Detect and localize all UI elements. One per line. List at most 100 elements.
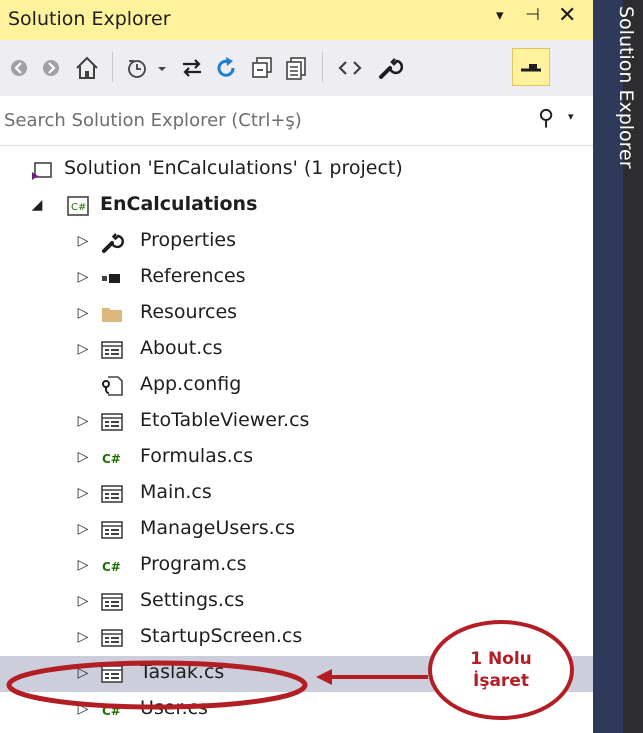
home-icon <box>76 56 98 79</box>
collapsed-arrow-icon[interactable]: ▷ <box>76 268 90 286</box>
folder-icon <box>102 308 122 322</box>
form-icon <box>101 521 123 539</box>
tree-node-label: References <box>140 265 246 287</box>
tree-node-label: StartupScreen.cs <box>140 625 303 647</box>
toolbar-separator <box>112 52 113 82</box>
solution-icon <box>32 162 52 180</box>
home-button[interactable] <box>70 40 104 96</box>
tree-node-label: Solution 'EnCalculations' (1 project) <box>64 157 403 179</box>
collapsed-arrow-icon[interactable]: ▷ <box>76 484 90 502</box>
csharp-file-icon: C# <box>102 452 121 466</box>
csharp-file-icon: C# <box>102 560 121 574</box>
tree-node-label: EnCalculations <box>100 193 258 215</box>
tree-node-label: Properties <box>140 229 237 251</box>
toolbar <box>0 40 593 96</box>
tree-node-item[interactable]: App.config <box>0 368 593 404</box>
close-icon[interactable]: ✕ <box>558 3 576 28</box>
collapsed-arrow-icon[interactable]: ▷ <box>76 520 90 538</box>
tree-node-label: About.cs <box>140 337 223 359</box>
collapsed-arrow-icon[interactable]: ▷ <box>76 556 90 574</box>
tree-node-label: User.cs <box>140 697 208 719</box>
dropdown-arrow-icon[interactable]: ▾ <box>496 6 504 24</box>
tree-node-item[interactable]: ▷ C# Program.cs <box>0 548 593 584</box>
properties-button[interactable] <box>372 40 408 96</box>
expanded-arrow-icon[interactable]: ◢ <box>30 196 44 214</box>
refresh-icon <box>217 57 235 77</box>
collapsed-arrow-icon[interactable]: ▷ <box>76 592 90 610</box>
collapse-all-icon <box>252 57 272 78</box>
annotation-line-1: 1 Nolu <box>470 649 532 669</box>
wrench-icon <box>379 58 403 79</box>
csharp-project-icon: C# <box>67 196 89 216</box>
toolbar-separator <box>322 52 323 82</box>
tree-node-label: Program.cs <box>140 553 247 575</box>
collapsed-arrow-icon[interactable]: ▷ <box>76 232 90 250</box>
tree-node-label: Formulas.cs <box>140 445 254 467</box>
tree-node-project[interactable]: ◢ C# EnCalculations <box>0 188 593 224</box>
annotation-line-2: İşaret <box>473 671 529 691</box>
config-file-icon <box>102 376 123 396</box>
tree-node-item[interactable]: ▷ Resources <box>0 296 593 332</box>
tree-node-item[interactable]: ▷ Main.cs <box>0 476 593 512</box>
view-code-button[interactable] <box>332 40 368 96</box>
tree-node-label: Taslak.cs <box>140 661 225 683</box>
side-tab-label: Solution Explorer <box>615 6 637 169</box>
svg-text:C#: C# <box>102 560 121 574</box>
sync-with-active-document-button[interactable] <box>176 40 208 96</box>
collapsed-arrow-icon[interactable]: ▷ <box>76 412 90 430</box>
tree-node-item[interactable]: ▷ References <box>0 260 593 296</box>
refresh-button[interactable] <box>210 40 242 96</box>
form-icon <box>101 629 123 647</box>
tree-node-label: Settings.cs <box>140 589 245 611</box>
collapsed-arrow-icon[interactable]: ▷ <box>76 304 90 322</box>
side-tab[interactable]: Solution Explorer <box>593 0 643 733</box>
preview-toggle-icon <box>512 40 550 96</box>
back-button[interactable] <box>6 40 32 96</box>
svg-text:C#: C# <box>71 202 86 213</box>
tree-node-label: Resources <box>140 301 238 323</box>
pending-changes-filter-button[interactable] <box>122 40 172 96</box>
form-icon <box>101 665 123 683</box>
form-icon <box>101 413 123 431</box>
tree-node-label: ManageUsers.cs <box>140 517 296 539</box>
tree-node-item[interactable]: ▷ Properties <box>0 224 593 260</box>
code-brackets-icon <box>338 61 362 75</box>
collapse-all-button[interactable] <box>246 40 278 96</box>
search-box[interactable]: Search Solution Explorer (Ctrl+ş) ⚲ ▾ <box>0 98 593 146</box>
collapsed-arrow-icon[interactable]: ▷ <box>76 700 90 718</box>
wrench-icon <box>102 233 124 253</box>
form-icon <box>101 593 123 611</box>
annotation-callout: 1 Nolu İşaret <box>428 620 574 720</box>
collapsed-arrow-icon[interactable]: ▷ <box>76 448 90 466</box>
csharp-file-icon: C# <box>102 704 121 718</box>
tree-node-label: Main.cs <box>140 481 212 503</box>
tree-node-item[interactable]: ▷ ManageUsers.cs <box>0 512 593 548</box>
search-input[interactable]: Search Solution Explorer (Ctrl+ş) <box>4 110 302 131</box>
tree-node-label: App.config <box>140 373 242 395</box>
forward-arrow-icon <box>43 60 59 76</box>
svg-text:C#: C# <box>102 452 121 466</box>
collapsed-arrow-icon[interactable]: ▷ <box>76 628 90 646</box>
tree-node-item[interactable]: ▷ About.cs <box>0 332 593 368</box>
back-arrow-icon <box>11 60 27 76</box>
search-options-icon[interactable]: ▾ <box>568 110 574 123</box>
collapsed-arrow-icon[interactable]: ▷ <box>76 340 90 358</box>
show-all-files-button[interactable] <box>280 40 312 96</box>
tree-node-label: EtoTableViewer.cs <box>140 409 310 431</box>
sync-arrows-icon <box>183 59 201 77</box>
references-icon <box>102 274 120 283</box>
tree-node-solution[interactable]: Solution 'EnCalculations' (1 project) <box>0 152 593 188</box>
form-icon <box>101 341 123 359</box>
tree-node-item[interactable]: ▷ EtoTableViewer.cs <box>0 404 593 440</box>
clock-filter-icon <box>128 60 166 78</box>
pin-icon[interactable]: ⊣ <box>525 5 540 25</box>
forward-button[interactable] <box>38 40 64 96</box>
show-all-files-icon <box>286 57 306 80</box>
tree-node-item[interactable]: ▷ C# Formulas.cs <box>0 440 593 476</box>
panel-title-bar: Solution Explorer ▾ ⊣ ✕ <box>0 0 593 40</box>
svg-text:C#: C# <box>102 704 121 718</box>
collapsed-arrow-icon[interactable]: ▷ <box>76 664 90 682</box>
tree-node-item[interactable]: ▷ Settings.cs <box>0 584 593 620</box>
search-icon[interactable]: ⚲ <box>538 106 554 131</box>
form-icon <box>101 485 123 503</box>
